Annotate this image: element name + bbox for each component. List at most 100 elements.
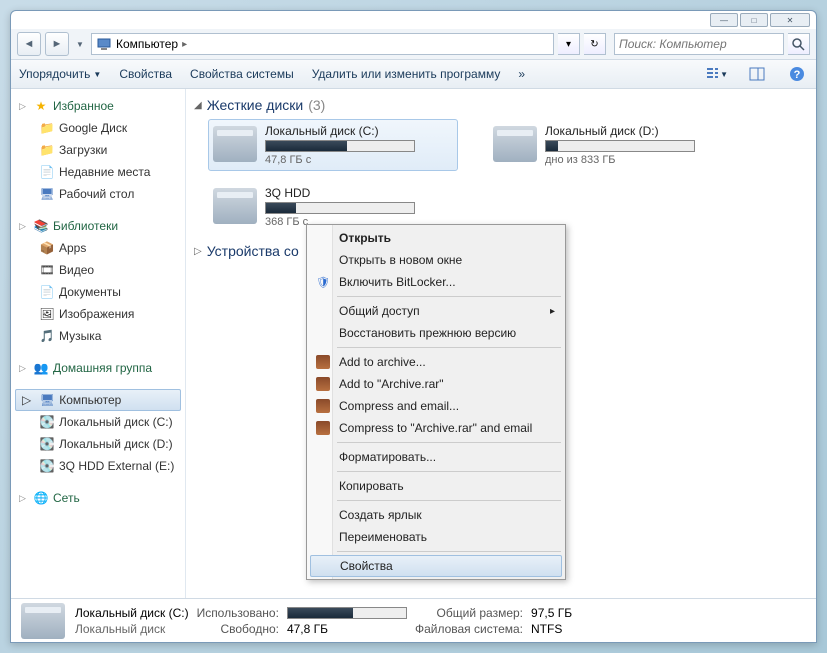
network-icon: 🌐 [33,490,49,506]
used-bar [287,607,407,619]
system-properties-button[interactable]: Свойства системы [190,67,294,81]
preview-pane-button[interactable] [746,63,768,85]
homegroup[interactable]: ▷👥Домашняя группа [15,357,181,379]
search-input[interactable] [615,37,783,51]
video-icon: 🎞 [39,262,55,278]
sidebar-item-recent[interactable]: 📄Недавние места [15,161,181,183]
favorites-group[interactable]: ▷★Избранное [15,95,181,117]
ctx-add-to-archive[interactable]: Add to archive... [309,351,563,373]
organize-menu[interactable]: Упорядочить▼ [19,67,101,81]
content-area: ▷★Избранное 📁Google Диск 📁Загрузки 📄Неда… [11,89,816,598]
address-dropdown[interactable]: ▾ [558,33,580,55]
collapse-icon: ◢ [194,100,202,111]
network-group[interactable]: ▷🌐Сеть [15,487,181,509]
back-button[interactable]: ◄ [17,32,41,56]
details-pane: Локальный диск (C:) Использовано: Общий … [11,598,816,642]
breadcrumb-arrow-icon[interactable]: ▸ [182,39,187,50]
ctx-properties[interactable]: Свойства [310,555,562,577]
free-value: 47,8 ГБ [287,622,407,636]
used-label: Использовано: [197,606,279,620]
explorer-window: ― □ ✕ ◄ ► ▼ Компьютер ▸ ▾ ↻ Упорядочить▼… [10,10,817,643]
usage-bar [545,140,695,152]
address-text: Компьютер [116,37,178,51]
free-label: Свободно: [197,622,279,636]
search-button[interactable] [788,33,810,55]
status-drive-type: Локальный диск [75,622,189,636]
drive-d[interactable]: Локальный диск (D:) дно из 833 ГБ [488,119,738,171]
ctx-bitlocker[interactable]: 🛡Включить BitLocker... [309,271,563,293]
drive-icon: 💽 [39,436,55,452]
fs-value: NTFS [531,622,572,636]
close-button[interactable]: ✕ [770,13,810,27]
toolbar: Упорядочить▼ Свойства Свойства системы У… [11,59,816,89]
address-bar[interactable]: Компьютер ▸ [91,33,554,55]
submenu-arrow-icon: ▸ [550,306,555,317]
winrar-icon [315,376,331,392]
sidebar-item-pictures[interactable]: 🖼Изображения [15,303,181,325]
ctx-create-shortcut[interactable]: Создать ярлык [309,504,563,526]
context-menu: Открыть Открыть в новом окне 🛡Включить B… [306,224,566,580]
documents-icon: 📄 [39,284,55,300]
sidebar-item-music[interactable]: 🎵Музыка [15,325,181,347]
ctx-copy[interactable]: Копировать [309,475,563,497]
svg-text:?: ? [794,69,801,81]
libraries-group[interactable]: ▷📚Библиотеки [15,215,181,237]
drive-c[interactable]: Локальный диск (C:) 47,8 ГБ с [208,119,458,171]
ctx-format[interactable]: Форматировать... [309,446,563,468]
drive-name: 3Q HDD [265,186,453,200]
winrar-icon [315,420,331,436]
help-button[interactable]: ? [786,63,808,85]
drive-name: Локальный диск (C:) [265,124,453,138]
ctx-share[interactable]: Общий доступ▸ [309,300,563,322]
status-drive-name: Локальный диск (C:) [75,606,189,620]
hard-disks-section[interactable]: ◢ Жесткие диски (3) [194,97,808,113]
maximize-button[interactable]: □ [740,13,768,27]
desktop-icon: 🖥 [39,186,55,202]
sidebar-item-desktop[interactable]: 🖥Рабочий стол [15,183,181,205]
search-box[interactable] [614,33,784,55]
recent-icon: 📄 [39,164,55,180]
sidebar-drive-e[interactable]: 💽3Q HDD External (E:) [15,455,181,477]
homegroup-icon: 👥 [33,360,49,376]
shield-icon: 🛡 [315,274,331,290]
computer-icon [96,36,112,52]
sidebar-item-apps[interactable]: 📦Apps [15,237,181,259]
ctx-add-to-rar[interactable]: Add to "Archive.rar" [309,373,563,395]
computer-group[interactable]: ▷🖥Компьютер [15,389,181,411]
navigation-pane: ▷★Избранное 📁Google Диск 📁Загрузки 📄Неда… [11,89,186,598]
toolbar-overflow[interactable]: » [518,67,525,81]
view-mode-button[interactable]: ▼ [706,63,728,85]
drive-icon [493,126,537,162]
pictures-icon: 🖼 [39,306,55,322]
sidebar-drive-c[interactable]: 💽Локальный диск (C:) [15,411,181,433]
sidebar-item-google-drive[interactable]: 📁Google Диск [15,117,181,139]
usage-bar [265,202,415,214]
sidebar-item-videos[interactable]: 🎞Видео [15,259,181,281]
minimize-button[interactable]: ― [710,13,738,27]
sidebar-item-downloads[interactable]: 📁Загрузки [15,139,181,161]
total-label: Общий размер: [415,606,523,620]
properties-button[interactable]: Свойства [119,67,172,81]
ctx-open[interactable]: Открыть [309,227,563,249]
music-icon: 🎵 [39,328,55,344]
sidebar-item-documents[interactable]: 📄Документы [15,281,181,303]
libraries-icon: 📚 [33,218,49,234]
drive-icon [213,188,257,224]
ctx-compress-rar-email[interactable]: Compress to "Archive.rar" and email [309,417,563,439]
ctx-restore-version[interactable]: Восстановить прежнюю версию [309,322,563,344]
folder-icon: 📁 [39,142,55,158]
uninstall-button[interactable]: Удалить или изменить программу [312,67,501,81]
history-dropdown[interactable]: ▼ [73,32,87,56]
ctx-open-new-window[interactable]: Открыть в новом окне [309,249,563,271]
usage-bar [265,140,415,152]
ctx-rename[interactable]: Переименовать [309,526,563,548]
refresh-button[interactable]: ↻ [584,33,606,55]
forward-button[interactable]: ► [45,32,69,56]
ctx-compress-email[interactable]: Compress and email... [309,395,563,417]
drive-name: Локальный диск (D:) [545,124,733,138]
expand-icon: ▷ [194,246,202,257]
drive-free: 47,8 ГБ с [265,154,453,166]
drive-icon: 💽 [39,458,55,474]
star-icon: ★ [33,98,49,114]
sidebar-drive-d[interactable]: 💽Локальный диск (D:) [15,433,181,455]
